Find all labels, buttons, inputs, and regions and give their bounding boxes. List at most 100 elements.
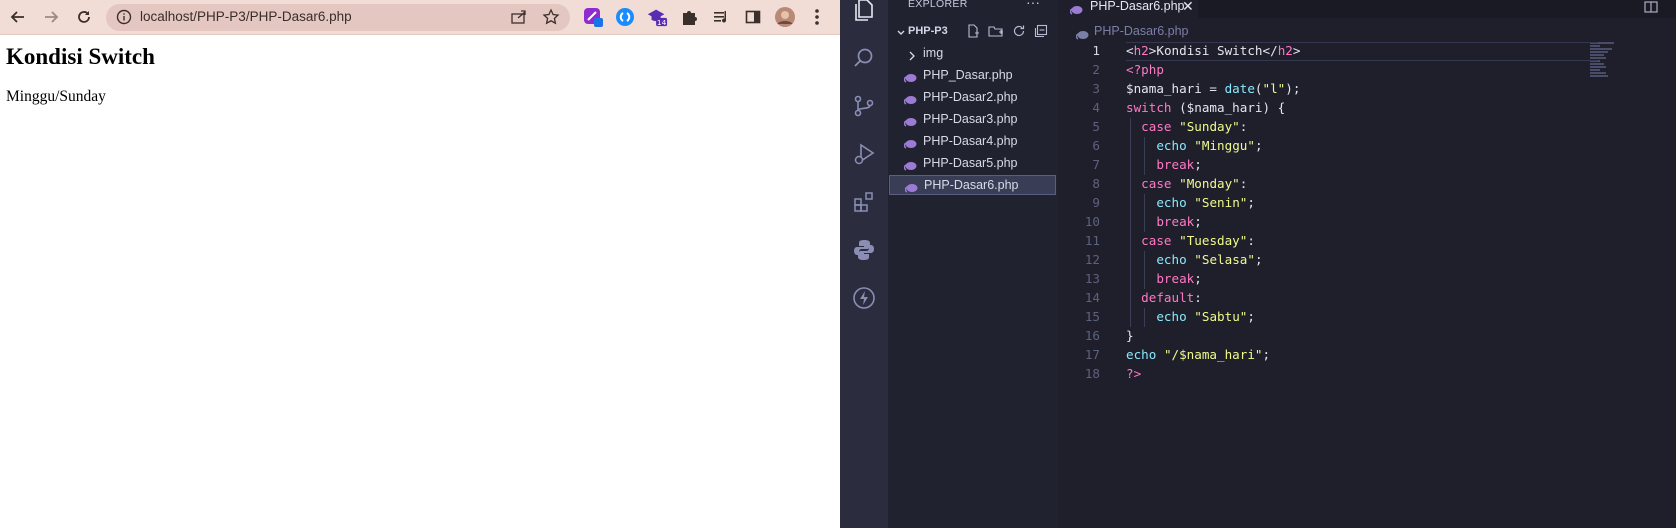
code-line: 6 echo "Minggu"; (1058, 137, 1676, 156)
line-code: case "Sunday": (1141, 119, 1248, 134)
browser-window: localhost/PHP-P3/PHP-Dasar6.php 14 Kondi… (0, 0, 840, 528)
menu-kebab-icon[interactable] (806, 6, 828, 28)
puzzle-icon[interactable] (678, 6, 700, 28)
php-elephant-icon (903, 92, 917, 110)
tree-file-php-dasar3[interactable]: PHP-Dasar3.php (888, 109, 1058, 129)
code-line: 2 <?php (1058, 61, 1676, 80)
thunder-client-activity[interactable] (840, 276, 888, 320)
python-activity[interactable] (840, 228, 888, 272)
line-number: 15 (1084, 309, 1100, 324)
line-number: 1 (1092, 43, 1100, 58)
code-line: 11 case "Tuesday": (1058, 232, 1676, 251)
line-number: 8 (1092, 176, 1100, 191)
line-code: switch ($nama_hari) { (1126, 100, 1286, 115)
run-debug-icon (854, 143, 875, 165)
code-line: 3 $nama_hari = date("l"); (1058, 80, 1676, 99)
extension-purple-icon[interactable] (582, 6, 604, 28)
graduation-cap-icon[interactable]: 14 (646, 6, 668, 28)
shazam-icon[interactable] (614, 6, 636, 28)
line-number: 12 (1084, 252, 1100, 267)
line-number: 5 (1092, 119, 1100, 134)
extensions-icon (854, 192, 873, 212)
code-line: 9 echo "Senin"; (1058, 194, 1676, 213)
tree-folder-img[interactable]: img (888, 43, 1058, 63)
php-elephant-icon (903, 114, 917, 132)
line-number: 3 (1092, 81, 1100, 96)
activity-bar (840, 0, 888, 528)
run-debug-activity[interactable] (840, 132, 888, 176)
line-number: 16 (1084, 328, 1100, 343)
extension-badge: 14 (657, 18, 667, 27)
source-control-activity[interactable] (840, 84, 888, 128)
tree-item-label: PHP-Dasar3.php (923, 112, 1018, 126)
search-activity[interactable] (840, 36, 888, 80)
tab-bar: PHP-Dasar6.php ✕ (1058, 0, 1676, 18)
back-button[interactable] (6, 5, 30, 29)
files-icon (855, 0, 873, 21)
code-line: 1 <h2>Kondisi Switch</h2> (1058, 42, 1676, 61)
git-branch-icon (854, 95, 874, 117)
php-elephant-icon (1069, 2, 1083, 20)
tree-file-php-dasar[interactable]: PHP_Dasar.php (888, 65, 1058, 85)
line-code: break; (1156, 271, 1202, 286)
new-folder-icon[interactable] (988, 24, 1004, 43)
line-number: 14 (1084, 290, 1100, 305)
forward-button[interactable] (39, 5, 63, 29)
tree-file-php-dasar4[interactable]: PHP-Dasar4.php (888, 131, 1058, 151)
tree-file-php-dasar6[interactable]: PHP-Dasar6.php (889, 175, 1056, 195)
url-host: localhost (140, 9, 194, 24)
split-editor-icon[interactable] (1644, 0, 1658, 18)
line-number: 2 (1092, 62, 1100, 77)
code-editor[interactable]: 1 <h2>Kondisi Switch</h2> 2 <?php 3 $nam… (1058, 42, 1676, 384)
collapse-all-icon[interactable] (1034, 24, 1048, 43)
tree-item-label: PHP_Dasar.php (923, 68, 1013, 82)
tree-file-php-dasar5[interactable]: PHP-Dasar5.php (888, 153, 1058, 173)
extensions-activity[interactable] (840, 180, 888, 224)
line-number: 7 (1092, 157, 1100, 172)
refresh-icon[interactable] (1012, 24, 1026, 43)
search-icon (854, 48, 873, 67)
address-bar[interactable]: localhost/PHP-P3/PHP-Dasar6.php (106, 4, 570, 31)
profile-avatar[interactable] (774, 6, 796, 28)
tree-file-php-dasar2[interactable]: PHP-Dasar2.php (888, 87, 1058, 107)
explorer-title: EXPLORER (908, 0, 968, 10)
share-icon[interactable] (510, 8, 528, 31)
close-icon[interactable]: ✕ (1182, 0, 1194, 15)
project-header[interactable]: PHP-P3 (888, 22, 1058, 42)
arrow-right-icon (45, 11, 59, 23)
line-code: echo "/$nama_hari"; (1126, 347, 1271, 362)
reload-button[interactable] (72, 5, 96, 29)
media-queue-icon[interactable] (710, 6, 732, 28)
php-elephant-icon (904, 180, 918, 198)
line-number: 17 (1084, 347, 1100, 362)
php-elephant-icon (903, 158, 917, 176)
url-text[interactable]: localhost/PHP-P3/PHP-Dasar6.php (140, 9, 352, 24)
new-file-icon[interactable] (966, 24, 980, 43)
line-code: case "Tuesday": (1141, 233, 1255, 248)
page-heading: Kondisi Switch (6, 44, 155, 69)
tab-php-dasar6[interactable]: PHP-Dasar6.php ✕ (1058, 0, 1198, 18)
line-code: break; (1156, 214, 1202, 229)
line-code: break; (1156, 157, 1202, 172)
bookmark-star-icon[interactable] (542, 8, 560, 31)
explorer-sidebar: EXPLORER ··· PHP-P3 img PHP_Dasar.php PH… (888, 0, 1058, 528)
code-line: 5 case "Sunday": (1058, 118, 1676, 137)
explorer-more-button[interactable]: ··· (1026, 0, 1040, 10)
line-code: <h2>Kondisi Switch</h2> (1126, 43, 1301, 58)
code-line: 14 default: (1058, 289, 1676, 308)
side-panel-icon[interactable] (742, 6, 764, 28)
chevron-right-icon (908, 48, 916, 66)
line-code: echo "Selasa"; (1156, 252, 1263, 267)
line-code: echo "Sabtu"; (1156, 309, 1255, 324)
line-number: 6 (1092, 138, 1100, 153)
explorer-activity[interactable] (840, 0, 888, 32)
python-icon (854, 240, 874, 260)
line-number: 13 (1084, 271, 1100, 286)
code-line: 18 ?> (1058, 365, 1676, 384)
info-icon[interactable] (116, 9, 132, 30)
code-line: 17 echo "/$nama_hari"; (1058, 346, 1676, 365)
code-line: 15 echo "Sabtu"; (1058, 308, 1676, 327)
editor-area: PHP-Dasar6.php ✕ PHP-Dasar6.php 1 <h2>Ko… (1058, 0, 1676, 528)
vscode-window: EXPLORER ··· PHP-P3 img PHP_Dasar.php PH… (840, 0, 1676, 528)
code-line: 13 break; (1058, 270, 1676, 289)
